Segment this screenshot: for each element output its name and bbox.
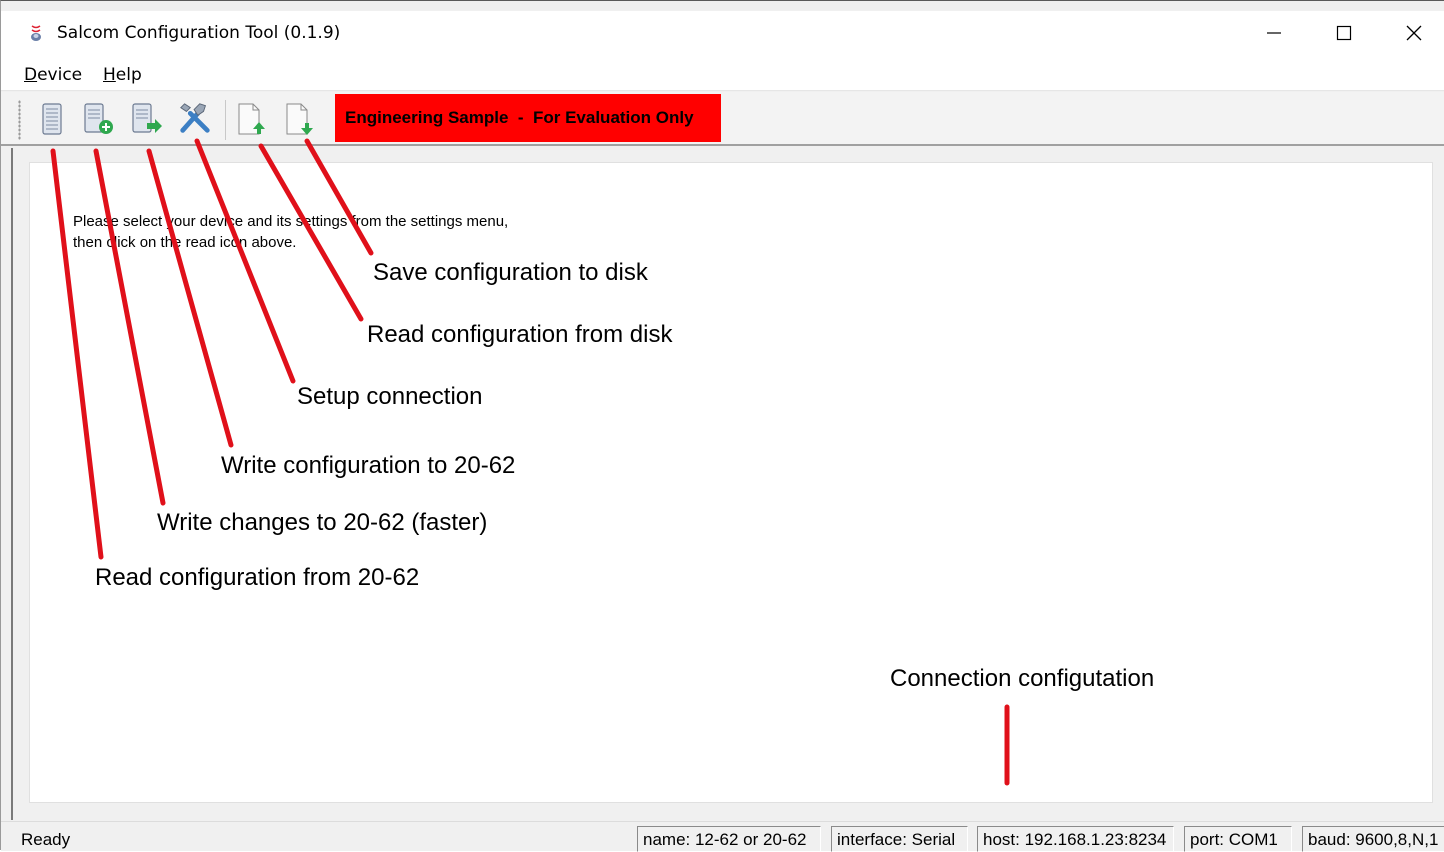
read-from-disk-button[interactable]: [234, 100, 270, 138]
title-bar[interactable]: Salcom Configuration Tool (0.1.9): [1, 11, 1444, 55]
write-changes-icon: [84, 103, 113, 134]
write-config-icon: [132, 103, 162, 133]
menu-device[interactable]: Device: [24, 65, 82, 85]
instruction-text: Please select your device and its settin…: [73, 211, 508, 253]
banner-text: Engineering Sample - For Evaluation Only: [345, 108, 694, 127]
annotation-read-disk: Read configuration from disk: [367, 321, 673, 348]
annotation-save-disk: Save configuration to disk: [373, 259, 648, 286]
menu-help[interactable]: Help: [103, 65, 142, 85]
save-to-disk-icon: [286, 103, 313, 135]
annotation-write-config: Write configuration to 20-62: [221, 452, 516, 479]
maximize-button[interactable]: [1309, 11, 1379, 55]
write-changes-button[interactable]: [81, 100, 117, 138]
status-bar: Ready name: 12-62 or 20-62 interface: Se…: [1, 821, 1444, 852]
content-area: [29, 162, 1433, 803]
setup-connection-icon: [180, 103, 210, 133]
instruction-line-2: then click on the read icon above.: [73, 234, 297, 251]
status-ready: Ready: [21, 830, 71, 849]
status-interface: interface: Serial: [831, 826, 968, 852]
status-name: name: 12-62 or 20-62: [637, 826, 821, 852]
read-device-button[interactable]: [34, 100, 70, 138]
annotation-setup-connection: Setup connection: [297, 383, 483, 410]
app-window: Salcom Configuration Tool (0.1.9) Device…: [0, 0, 1444, 852]
minimize-button[interactable]: [1239, 11, 1309, 55]
write-config-button[interactable]: [129, 100, 165, 138]
close-button[interactable]: [1379, 11, 1444, 55]
save-to-disk-button[interactable]: [282, 100, 318, 138]
maximize-icon: [1336, 25, 1352, 41]
toolbar-separator: [225, 100, 226, 140]
minimize-icon: [1267, 32, 1281, 34]
toolbar: Engineering Sample - For Evaluation Only: [1, 92, 1444, 146]
engineering-sample-banner: Engineering Sample - For Evaluation Only: [335, 94, 721, 142]
status-port: port: COM1: [1184, 826, 1292, 852]
status-host: host: 192.168.1.23:8234: [977, 826, 1174, 852]
read-from-disk-icon: [238, 103, 265, 135]
annotation-read-config: Read configuration from 20-62: [95, 564, 420, 591]
toolbar-grip[interactable]: [18, 100, 21, 140]
menu-bar: Device Help: [1, 55, 1444, 91]
salcom-app-icon: [31, 25, 41, 41]
instruction-line-1: Please select your device and its settin…: [73, 213, 509, 230]
close-icon: [1406, 25, 1422, 41]
annotation-connection-config: Connection configutation: [890, 665, 1155, 692]
window-title: Salcom Configuration Tool (0.1.9): [57, 23, 341, 43]
read-device-icon: [42, 103, 62, 135]
annotation-write-changes: Write changes to 20-62 (faster): [157, 509, 488, 536]
status-baud: baud: 9600,8,N,1: [1302, 826, 1444, 852]
setup-connection-button[interactable]: [177, 100, 213, 138]
